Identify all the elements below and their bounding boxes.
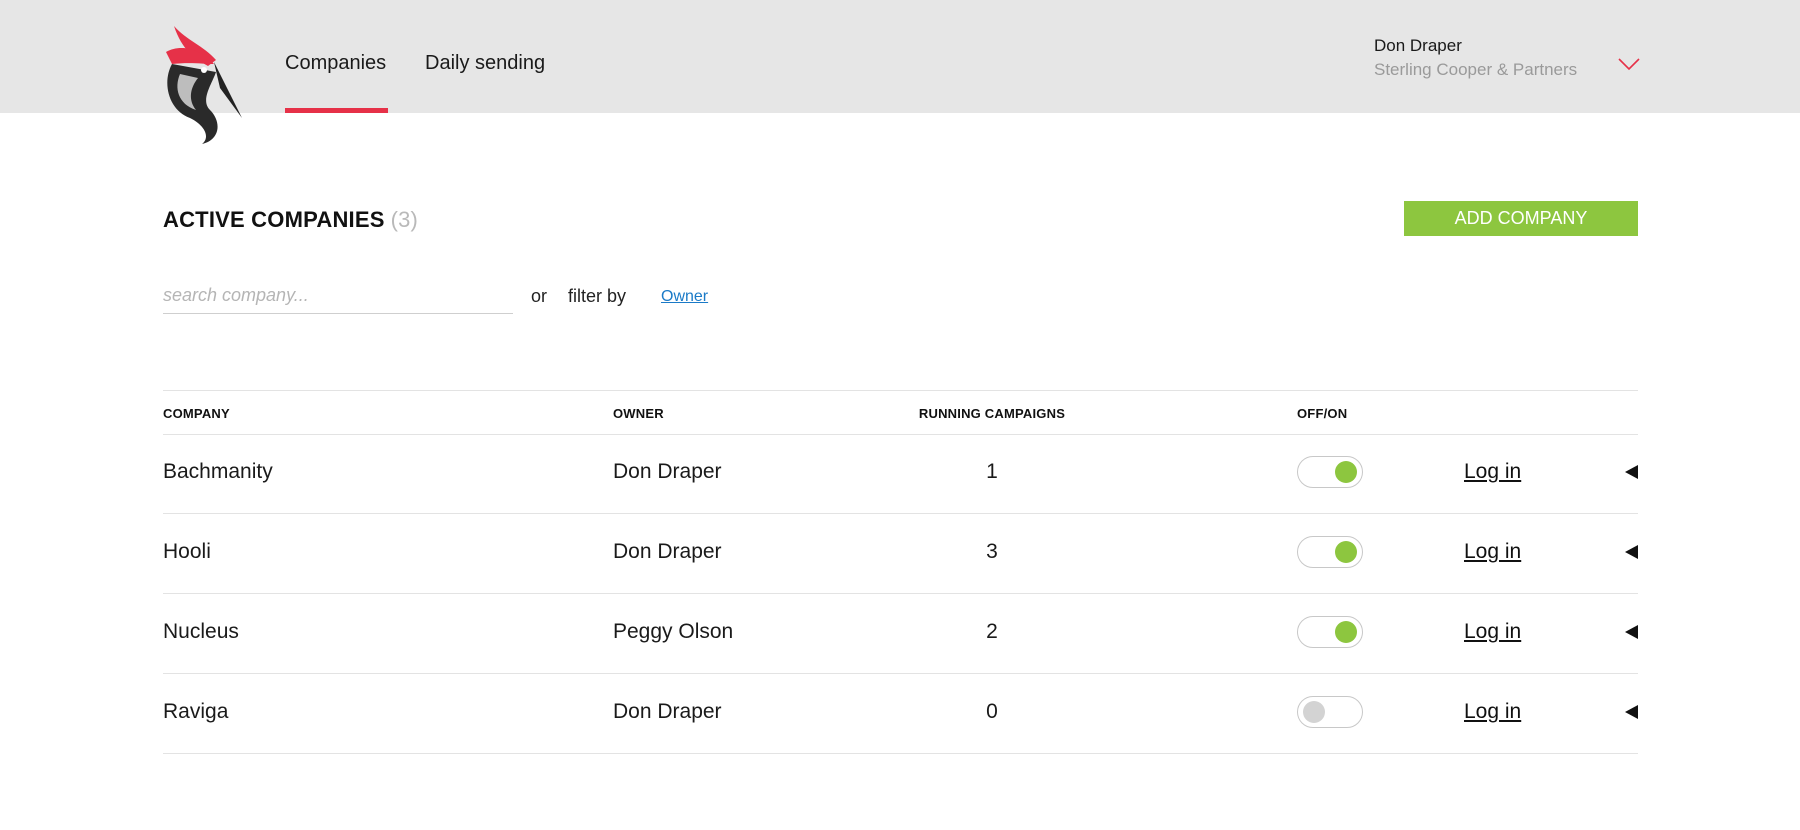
- owner-name: Don Draper: [613, 540, 722, 563]
- owner-name: Peggy Olson: [613, 620, 734, 643]
- active-tab-indicator: [285, 108, 388, 113]
- toggle-knob: [1303, 701, 1325, 723]
- user-company[interactable]: Sterling Cooper & Partners: [1374, 60, 1577, 80]
- table-row: Raviga Don Draper 0 Log in: [163, 674, 1638, 754]
- column-header-off-on: OFF/ON: [1297, 406, 1348, 421]
- company-count: (3): [390, 207, 419, 232]
- page-title-text: ACTIVE COMPANIES: [163, 207, 385, 232]
- caret-left-icon[interactable]: [1624, 544, 1638, 560]
- top-bar: Companies Daily sending Don Draper Sterl…: [0, 0, 1800, 144]
- toggle-knob: [1335, 541, 1357, 563]
- filter-owner-link[interactable]: Owner: [661, 288, 708, 306]
- company-name: Raviga: [163, 700, 229, 723]
- chevron-down-icon[interactable]: [1617, 56, 1641, 72]
- search-company-input[interactable]: [163, 278, 513, 314]
- toggle-knob: [1335, 461, 1357, 483]
- caret-left-icon[interactable]: [1624, 624, 1638, 640]
- column-header-company: COMPANY: [163, 406, 230, 421]
- company-name: Nucleus: [163, 620, 239, 643]
- table-row: Bachmanity Don Draper 1 Log in: [163, 434, 1638, 514]
- table-top-divider: [163, 390, 1638, 391]
- running-campaigns-count: 3: [986, 540, 998, 563]
- company-toggle[interactable]: [1297, 696, 1363, 728]
- log-in-link[interactable]: Log in: [1464, 540, 1521, 564]
- running-campaigns-count: 0: [986, 700, 998, 723]
- log-in-link[interactable]: Log in: [1464, 620, 1521, 644]
- caret-left-icon[interactable]: [1624, 704, 1638, 720]
- table-row: Hooli Don Draper 3 Log in: [163, 514, 1638, 594]
- log-in-link[interactable]: Log in: [1464, 700, 1521, 724]
- running-campaigns-count: 2: [986, 620, 998, 643]
- column-header-owner: OWNER: [613, 406, 664, 421]
- page-title: ACTIVE COMPANIES (3): [163, 207, 418, 233]
- company-toggle[interactable]: [1297, 456, 1363, 488]
- caret-left-icon[interactable]: [1624, 464, 1638, 480]
- owner-name: Don Draper: [613, 460, 722, 483]
- nav-tab-daily-sending[interactable]: Daily sending: [425, 52, 545, 75]
- user-name[interactable]: Don Draper: [1374, 36, 1462, 56]
- or-label: or: [531, 286, 548, 306]
- add-company-button[interactable]: ADD COMPANY: [1404, 201, 1638, 236]
- column-header-running-campaigns: RUNNING CAMPAIGNS: [918, 406, 1066, 421]
- log-in-link[interactable]: Log in: [1464, 460, 1521, 484]
- table-row: Nucleus Peggy Olson 2 Log in: [163, 594, 1638, 674]
- company-toggle[interactable]: [1297, 536, 1363, 568]
- company-name: Bachmanity: [163, 460, 273, 483]
- company-toggle[interactable]: [1297, 616, 1363, 648]
- owner-name: Don Draper: [613, 700, 722, 723]
- toggle-knob: [1335, 621, 1357, 643]
- nav-tab-companies[interactable]: Companies: [285, 52, 386, 75]
- running-campaigns-count: 1: [986, 460, 998, 483]
- filter-by-label: filter by: [568, 286, 627, 306]
- woodpecker-logo-icon[interactable]: [160, 18, 246, 146]
- company-name: Hooli: [163, 540, 211, 563]
